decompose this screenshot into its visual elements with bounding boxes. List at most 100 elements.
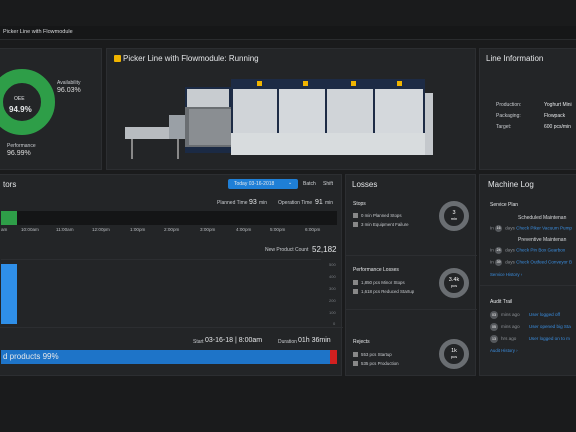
indicators-title: tors [3,180,17,189]
audit-item-2[interactable]: 13 hrs ago User logged on to m [490,335,570,343]
start-label: Start [193,339,204,345]
product-count-chart [1,259,321,324]
service-action-link[interactable]: Check Piker Vacuum Pump [516,226,572,231]
availability-value: 96.03% [57,87,81,94]
service-item-1[interactable]: In 24 days Check Pin Box Gearbox [490,247,565,254]
days-label: days [505,247,515,253]
service-action-link[interactable]: Check Pin Box Gearbox [516,248,565,253]
time-tick-9: 6:00pm [305,227,321,232]
chevron-down-icon: ⌄ [288,180,293,186]
line-info-panel: Line Information Production: Yoghurt Min… [479,48,576,170]
in-label: In [490,225,494,231]
service-plan-title: Service Plan [490,202,519,208]
date-picker-button[interactable]: Today 03-16-2018 ⌄ [228,179,298,189]
days-label: days [505,259,515,265]
losses-title: Losses [352,180,378,189]
service-item-2[interactable]: In 39 days Check Outfeed Conveyor B [490,259,572,266]
divider [0,327,343,328]
operation-time-unit: min [325,200,334,206]
production-value: Yoghurt Mini [544,102,572,108]
audit-trail-title: Audit Trail [490,299,513,305]
in-label: In [490,259,494,265]
service-item-1-title: Preventive Maintenan [518,237,567,243]
checkbox-icon [353,289,358,295]
audit-history-link[interactable]: Audit History › [490,348,518,353]
time-tick-0: am [1,227,8,232]
timeline-running-segment [1,211,17,225]
in-label: In [490,247,494,253]
audit-text-link[interactable]: User logged off [529,312,560,317]
days-badge: 16 [495,225,503,232]
reject-segment [330,350,337,364]
indicators-panel: tors Today 03-16-2018 ⌄ Batch Shift Plan… [0,174,343,376]
batch-button[interactable]: Batch [303,181,316,187]
good-products-bar: d products 99% [1,350,337,364]
start-value: 03-16-18 | 8:00am [205,337,263,344]
divider [346,309,477,310]
audit-text-link[interactable]: User opened big Sta [529,324,571,329]
perf-item-1: 1,618 pcs Reduced Startup [353,289,415,295]
time-tick-5: 2:00pm [164,227,180,232]
rejects-item-0-label: 553 pcs Startup [361,352,392,357]
planned-time-unit: min [259,200,268,206]
perf-item-1-label: 1,618 pcs Reduced Startup [361,289,415,294]
time-tick-6: 3:00pm [200,227,216,232]
performance-value: 96.99% [7,150,31,157]
audit-time-unit: mins ago [501,324,520,330]
time-tick-2: 11:00am [56,227,74,232]
audit-text-link[interactable]: User logged on to m [529,336,570,341]
shift-button[interactable]: Shift [323,181,333,187]
performance-ring-text: 3.4k pcs [439,277,469,289]
audit-item-0[interactable]: 03 mins ago User logged off [490,311,560,319]
date-label: Today 03-16-2018 [234,181,275,187]
time-tick-4: 1:00pm [130,227,146,232]
stops-item-1-label: 3 min Equipment Failure [361,222,409,227]
rejects-item-1-label: 535 pcs Production [361,361,399,366]
audit-num-badge: 03 [490,311,498,319]
checkbox-icon [353,280,358,286]
window-title: Picker Line with Flowmodule [3,29,73,35]
timeline-track [1,211,337,225]
audit-time-unit: mins ago [501,312,520,318]
y-tick-0: 500 [329,262,336,267]
service-item-0[interactable]: In 16 days Check Piker Vacuum Pump [490,225,572,232]
machine-title: Picker Line with Flowmodule: Running [123,54,259,63]
machine-panel: Picker Line with Flowmodule: Running [106,48,476,170]
rejects-ring-text: 1k pcs [439,348,469,360]
y-tick-4: 100 [329,310,336,315]
planned-time-value: 93 [249,199,257,206]
stops-item-0: 0 min Planned Stops [353,213,402,219]
checkbox-icon [353,222,358,228]
planned-time-label: Planned Time [217,200,248,206]
service-history-link[interactable]: Service History › [490,272,522,277]
machine-log-title: Machine Log [488,180,534,189]
oee-panel: OEE 94.9% Availability 96.03% Performanc… [0,48,102,170]
divider [346,255,477,256]
product-count-bar [1,264,17,324]
performance-label: Performance [7,143,36,149]
machine-log-panel: Machine Log Service Plan Scheduled Maint… [479,174,576,376]
packaging-label: Packaging: [496,113,521,119]
good-products-label: d products 99% [3,352,59,361]
audit-item-1[interactable]: 05 mins ago User opened big Sta [490,323,571,331]
audit-num-badge: 13 [490,335,498,343]
product-count-label: New Product Count [265,247,309,253]
performance-ring-unit: pcs [450,283,458,288]
duration-value: 01h 36min [298,337,331,344]
perf-item-0-label: 1,850 pcs Minor Stops [361,280,405,285]
service-item-0-title: Scheduled Maintenan [518,215,567,221]
stops-ring-unit: min [450,216,458,221]
checkbox-icon [353,361,358,367]
service-action-link[interactable]: Check Outfeed Conveyor B [516,260,572,265]
y-tick-3: 200 [329,298,336,303]
audit-time-unit: hrs ago [501,336,517,342]
target-label: Target: [496,124,512,130]
oee-center-label: OEE [14,96,25,102]
machine-illustration [125,79,433,159]
duration-label: Duration [278,339,297,345]
packaging-value: Flowpack [544,113,566,119]
time-tick-7: 4:00pm [236,227,252,232]
rejects-item-0: 553 pcs Startup [353,352,392,358]
time-tick-8: 5:00pm [270,227,286,232]
line-info-title: Line Information [486,54,544,63]
